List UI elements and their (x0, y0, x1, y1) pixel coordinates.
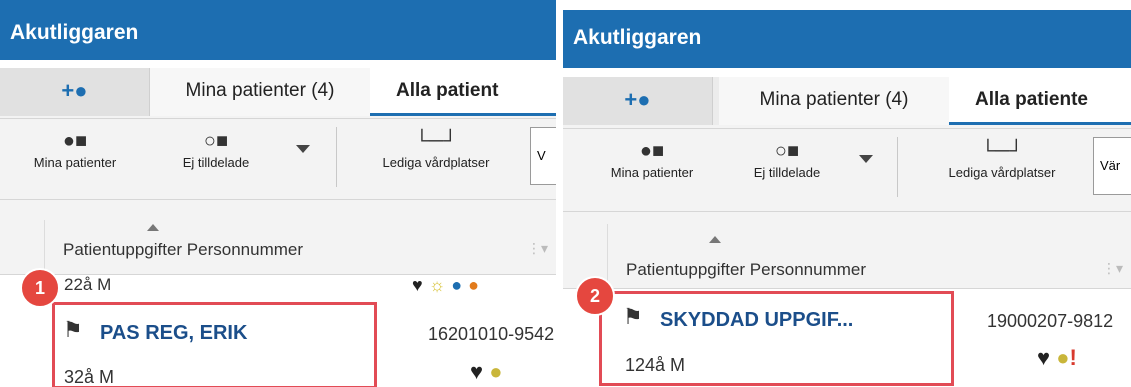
tab-mina-patienter[interactable]: Mina patienter (4) (150, 68, 370, 116)
patient-list: ⚑ SKYDDAD UPPGIF... 124å M 19000207-9812… (563, 289, 1131, 387)
tab-alla-patienter[interactable]: Alla patient (370, 68, 556, 116)
panel-gap (556, 0, 563, 387)
toolbar: ●■ Mina patienter ○■ Ej tilldelade └─┘ L… (563, 128, 1131, 212)
lediga-vardplatser-button[interactable]: └─┘ Lediga vårdplatser (917, 137, 1087, 180)
mina-patienter-button[interactable]: ●■ Mina patienter (6, 127, 144, 170)
bed-icon: └─┘ (980, 140, 1024, 162)
heartbeat-icon: ♥ (1037, 345, 1051, 370)
tab-bar: +● Mina patienter (4) Alla patient (0, 68, 556, 116)
mina-patienter-button[interactable]: ●■ Mina patienter (583, 137, 721, 180)
alert-icon: ● (489, 359, 503, 384)
alert-icon: ● (1056, 345, 1070, 370)
tab-add-patient[interactable]: +● (0, 68, 150, 116)
patient-list: 22å M ♥☼●● ⚑ PAS REG, ERIK 32å M 1620101… (0, 275, 556, 387)
tab-add-patient[interactable]: +● (563, 77, 713, 125)
app-title: Akutliggaren (563, 10, 1131, 68)
column-header: Patientuppgifter Personnummer ⋮▾ (0, 220, 556, 275)
unassigned-user-icon: ○■ (774, 140, 800, 162)
lediga-vardplatser-button[interactable]: └─┘ Lediga vårdplatser (356, 127, 516, 170)
tab-bar: +● Mina patienter (4) Alla patiente (563, 77, 1131, 125)
sun-icon: ☼ (428, 275, 452, 295)
chevron-down-icon[interactable] (296, 145, 310, 153)
akutliggaren-panel-1: Akutliggaren +● Mina patienter (4) Alla … (0, 0, 556, 387)
column-labels[interactable]: Patientuppgifter Personnummer (63, 240, 303, 260)
partial-toolbar-button[interactable]: Vär (1093, 137, 1131, 195)
chevron-down-icon[interactable] (859, 155, 873, 163)
column-menu-icon[interactable]: ⋮▾ (1102, 260, 1123, 277)
sort-arrow-icon[interactable] (147, 224, 159, 231)
lediga-vardplatser-label: Lediga vårdplatser (382, 155, 490, 170)
spacer (563, 68, 1131, 77)
toolbar-divider (897, 137, 898, 197)
add-patient-icon: +● (61, 78, 88, 103)
ej-tilldelade-label: Ej tilldelade (753, 165, 821, 180)
bed-icon: └─┘ (414, 130, 458, 152)
patient-personnummer: 16201010-9542 (428, 324, 555, 344)
heartbeat-icon: ♥ (412, 275, 429, 295)
step-badge: 1 (20, 268, 60, 308)
unassigned-user-icon: ○■ (203, 130, 229, 152)
user-group-icon: ●■ (639, 140, 665, 162)
sort-arrow-icon[interactable] (709, 236, 721, 243)
app-title: Akutliggaren (0, 0, 556, 60)
row-gutter (0, 220, 45, 274)
column-menu-icon[interactable]: ⋮▾ (527, 240, 548, 257)
no-heartbeat-icon: ♥ (470, 359, 484, 384)
user-group-icon: ●■ (62, 130, 88, 152)
lediga-vardplatser-label: Lediga vårdplatser (948, 165, 1056, 180)
ej-tilldelade-button[interactable]: ○■ Ej tilldelade (156, 127, 276, 170)
badge-48-icon: ● (451, 275, 469, 295)
akutliggaren-panel-2: Akutliggaren +● Mina patienter (4) Alla … (563, 10, 1131, 387)
ej-tilldelade-button[interactable]: ○■ Ej tilldelade (727, 137, 847, 180)
orange-icon: ● (468, 275, 485, 295)
patient-status-icons: ♥ ● (470, 359, 502, 385)
highlight-box (52, 302, 377, 387)
patient-personnummer: 19000207-9812 (987, 311, 1114, 331)
ej-tilldelade-label: Ej tilldelade (182, 155, 250, 170)
patient-status-icons: ♥ ●! (1037, 345, 1077, 371)
highlight-box (599, 291, 954, 386)
column-labels[interactable]: Patientuppgifter Personnummer (626, 260, 866, 280)
mina-patienter-label: Mina patienter (33, 155, 117, 170)
partial-toolbar-button[interactable]: V (530, 127, 556, 185)
add-patient-icon: +● (624, 87, 651, 112)
column-header: Patientuppgifter Personnummer ⋮▾ (563, 224, 1131, 289)
exclamation-icon: ! (1069, 345, 1077, 370)
previous-row-age: 22å M (64, 275, 112, 294)
mina-patienter-label: Mina patienter (610, 165, 694, 180)
tab-alla-patienter[interactable]: Alla patiente (949, 77, 1131, 125)
step-badge: 2 (575, 276, 615, 316)
toolbar: ●■ Mina patienter ○■ Ej tilldelade └─┘ L… (0, 118, 556, 200)
spacer (0, 60, 556, 68)
toolbar-divider (336, 127, 337, 187)
tab-mina-patienter[interactable]: Mina patienter (4) (719, 77, 949, 125)
previous-row-icons: ♥☼●● (412, 275, 485, 296)
